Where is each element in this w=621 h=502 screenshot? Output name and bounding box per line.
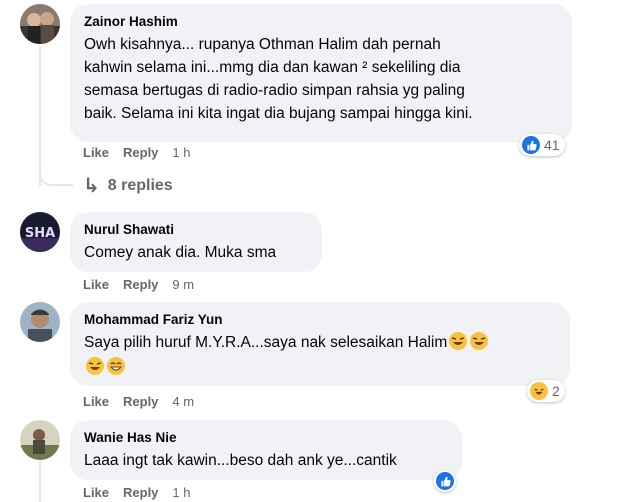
comment-author[interactable]: Mohammad Fariz Yun [84,311,558,329]
reaction-summary[interactable]: 41 [519,134,565,156]
comment-author[interactable]: Wanie Has Nie [84,429,450,447]
comment-author[interactable]: Zainor Hashim [84,13,560,31]
like-reaction-icon [522,136,540,154]
comment-timestamp[interactable]: 4 m [172,394,194,409]
rofl-emoji-icon [470,332,489,350]
avatar[interactable] [20,4,60,44]
haha-reaction-icon [530,382,548,400]
like-reaction-icon [436,472,454,490]
avatar[interactable]: SHA [20,212,60,252]
rofl-emoji-icon [86,357,104,375]
reaction-summary[interactable] [434,470,456,492]
comment-bubble: Zainor Hashim Owh kisahnya... rupanya Ot… [70,4,572,142]
comment-actions: Like Reply 9 m [83,277,208,292]
reply-button[interactable]: Reply [123,485,158,500]
view-replies-link[interactable]: ↳ 8 replies [83,173,173,198]
comment-author[interactable]: Nurul Shawati [84,221,310,239]
grinning-emoji-icon [107,357,125,375]
comment-timestamp[interactable]: 1 h [172,145,190,160]
reply-button[interactable]: Reply [123,145,158,160]
avatar[interactable] [20,420,60,460]
like-button[interactable]: Like [83,485,109,500]
comment-text: Owh kisahnya... rupanya Othman Halim dah… [84,36,473,122]
comment-text: Laaa ingt tak kawin...beso dah ank ye...… [84,452,397,469]
like-button[interactable]: Like [83,277,109,292]
reaction-count: 2 [552,383,560,399]
comment-bubble: Mohammad Fariz Yun Saya pilih huruf M.Y.… [70,302,570,386]
comment-timestamp[interactable]: 1 h [172,485,190,500]
svg-text:SHA: SHA [25,226,55,241]
reply-button[interactable]: Reply [123,394,158,409]
reply-arrow-icon: ↳ [83,175,100,197]
comment-timestamp[interactable]: 9 m [172,277,194,292]
comment-bubble: Nurul Shawati Comey anak dia. Muka sma [70,212,322,272]
like-button[interactable]: Like [83,145,109,160]
reaction-summary[interactable]: 2 [527,380,565,402]
comment-bubble: Wanie Has Nie Laaa ingt tak kawin...beso… [70,420,462,480]
comment-actions: Like Reply 1 h [83,485,205,500]
comment-text: Saya pilih huruf M.Y.R.A...saya nak sele… [84,331,558,379]
like-button[interactable]: Like [83,394,109,409]
thread-connector-curve [39,150,73,186]
reply-button[interactable]: Reply [123,277,158,292]
reaction-count: 41 [544,137,560,153]
comment-text: Comey anak dia. Muka sma [84,244,277,261]
rofl-emoji-icon [449,332,468,350]
comment-actions: Like Reply 1 h [83,145,205,160]
replies-label: 8 replies [107,176,173,194]
comment-actions: Like Reply 4 m [83,394,208,409]
avatar[interactable] [20,302,60,342]
